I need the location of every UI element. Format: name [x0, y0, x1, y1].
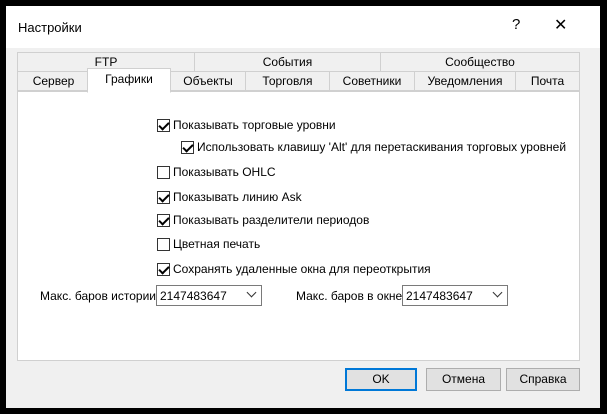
tab-charts[interactable]: Графики — [87, 68, 171, 93]
use-alt-key-checkbox[interactable] — [181, 140, 194, 154]
option-show-period-separators[interactable]: Показывать разделители периодов — [157, 213, 369, 227]
tab-trading[interactable]: Торговля — [245, 71, 330, 91]
tab-notifications[interactable]: Уведомления — [414, 71, 516, 91]
keep-closed-charts-checkbox[interactable] — [157, 262, 170, 276]
max-bars-history-label: Макс. баров истории: — [40, 289, 160, 303]
option-show-trade-levels[interactable]: Показывать торговые уровни — [157, 118, 336, 132]
show-ohlc-checkbox[interactable] — [157, 165, 170, 179]
chevron-down-icon — [246, 287, 257, 298]
close-icon[interactable]: ✕ — [554, 15, 567, 35]
tab-mail[interactable]: Почта — [515, 71, 580, 91]
max-bars-window-combo[interactable]: 2147483647 — [402, 285, 508, 306]
help-button[interactable]: Справка — [506, 368, 580, 391]
window-title: Настройки — [18, 20, 82, 35]
chevron-down-icon — [492, 287, 503, 298]
tab-experts[interactable]: Советники — [329, 71, 415, 91]
settings-dialog: Настройки ? ✕ FTP События Сообщество Сер… — [6, 6, 600, 408]
option-show-ohlc[interactable]: Показывать OHLC — [157, 165, 276, 179]
max-bars-history-combo[interactable]: 2147483647 — [156, 285, 262, 306]
max-bars-history-value: 2147483647 — [160, 289, 227, 303]
show-period-separators-checkbox[interactable] — [157, 213, 170, 227]
tab-objects[interactable]: Объекты — [170, 71, 246, 91]
help-icon[interactable]: ? — [512, 16, 520, 33]
ok-button[interactable]: OK — [345, 368, 417, 391]
tab-events[interactable]: События — [194, 52, 381, 72]
cancel-button[interactable]: Отмена — [426, 368, 501, 391]
color-print-checkbox[interactable] — [157, 237, 170, 251]
option-label: Показывать линию Ask — [173, 190, 302, 204]
option-use-alt-key[interactable]: Использовать клавишу 'Alt' для перетаски… — [181, 140, 566, 154]
show-ask-line-checkbox[interactable] — [157, 190, 170, 204]
option-label: Цветная печать — [173, 237, 261, 251]
option-keep-closed-charts[interactable]: Сохранять удаленные окна для переоткрыти… — [157, 262, 431, 276]
max-bars-window-value: 2147483647 — [406, 289, 473, 303]
option-label: Показывать разделители периодов — [173, 213, 370, 227]
option-color-print[interactable]: Цветная печать — [157, 237, 260, 251]
option-label: Сохранять удаленные окна для переоткрыти… — [173, 262, 431, 276]
option-label: Показывать торговые уровни — [173, 118, 336, 132]
show-trade-levels-checkbox[interactable] — [157, 118, 170, 132]
option-label: Использовать клавишу 'Alt' для перетаски… — [197, 140, 567, 154]
option-show-ask-line[interactable]: Показывать линию Ask — [157, 190, 302, 204]
max-bars-window-label: Макс. баров в окне: — [296, 289, 406, 303]
title-bar: Настройки ? ✕ — [6, 6, 600, 48]
tab-server[interactable]: Сервер — [17, 71, 90, 91]
option-label: Показывать OHLC — [173, 165, 276, 179]
tab-community[interactable]: Сообщество — [380, 52, 580, 72]
